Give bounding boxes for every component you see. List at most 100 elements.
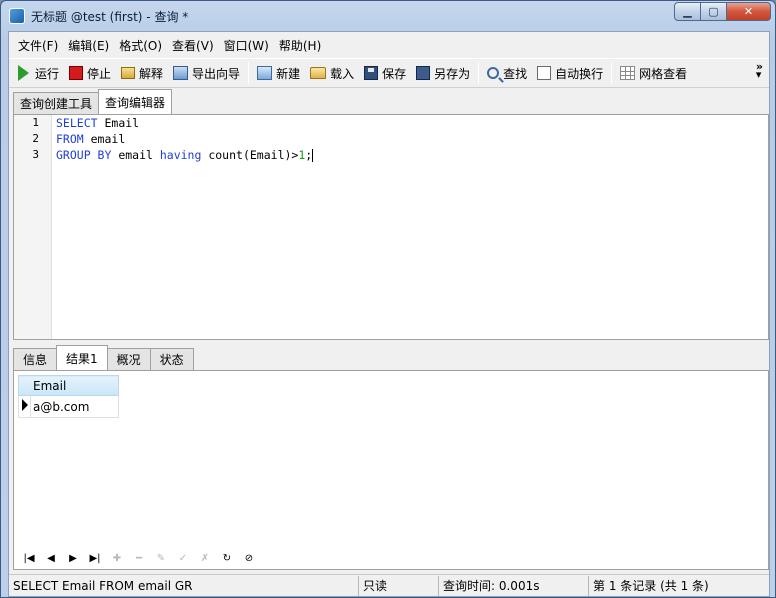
word-wrap-icon <box>537 66 552 80</box>
line-number: 1 <box>32 116 39 129</box>
word-wrap-button[interactable]: 自动换行 <box>532 61 608 85</box>
sql-editor[interactable]: 123 SELECT Email FROM email GROUP BY email… <box>13 114 769 340</box>
toolbar-overflow-icon[interactable]: » ▾ <box>756 61 763 80</box>
line-number-gutter: 1 2 3 <box>14 115 52 339</box>
tab-query-editor[interactable]: 查询编辑器 <box>98 89 173 114</box>
sql-text: email <box>111 148 160 162</box>
app-icon <box>9 8 25 24</box>
save-icon <box>364 66 379 80</box>
search-icon <box>487 67 500 79</box>
tab-profile[interactable]: 概况 <box>106 348 151 370</box>
toolbar-separator <box>478 62 480 84</box>
export-wizard-button[interactable]: 导出向导 <box>168 61 245 85</box>
apply-changes-icon[interactable]: ✓ <box>172 550 194 566</box>
toolbar: 运行 停止 解释 导出向导 新建 载入 保存 另存为 查找 自动换行 网格查看 … <box>9 58 769 88</box>
find-button[interactable]: 查找 <box>482 61 532 85</box>
new-query-icon <box>257 66 273 80</box>
next-record-icon[interactable]: ▶ <box>62 550 84 566</box>
sql-keyword: SELECT <box>56 116 98 130</box>
menu-format[interactable]: 格式(O) <box>114 37 167 54</box>
grid-view-label: 网格查看 <box>639 66 688 81</box>
result-tabs: 信息 结果1 概况 状态 <box>13 345 194 370</box>
sql-keyword: GROUP BY <box>56 148 112 162</box>
save-as-label: 另存为 <box>434 66 471 81</box>
menu-window[interactable]: 窗口(W) <box>219 37 274 54</box>
explain-label: 解释 <box>139 66 164 81</box>
save-label: 保存 <box>382 66 407 81</box>
folder-icon <box>310 67 327 79</box>
export-wizard-label: 导出向导 <box>192 66 241 81</box>
window-title: 无标题 @test (first) - 查询 * <box>31 9 189 24</box>
record-navigator: |◀ ◀ ▶ ▶| ✚ ━ ✎ ✓ ✗ ↻ ⊘ <box>18 549 260 567</box>
sql-text: count(Email)> <box>201 148 299 162</box>
row-indicator-cell <box>18 395 31 418</box>
stop-icon <box>69 66 84 80</box>
prev-record-icon[interactable]: ◀ <box>40 550 62 566</box>
app-window: 无标题 @test (first) - 查询 * ▁ ▢ ✕ 文件(F) 编辑(… <box>0 0 776 598</box>
menu-edit[interactable]: 编辑(E) <box>63 37 114 54</box>
save-as-icon <box>416 66 431 80</box>
sql-keyword: FROM <box>56 132 84 146</box>
sql-text: Email <box>97 116 140 130</box>
toolbar-separator <box>611 62 613 84</box>
status-query-time: 查询时间: 0.001s <box>439 575 589 596</box>
new-button[interactable]: 新建 <box>252 61 305 85</box>
tab-status[interactable]: 状态 <box>149 348 194 370</box>
result-grid: Email a@b.com <box>18 375 119 418</box>
sql-text: ; <box>305 148 313 162</box>
line-number: 3 <box>32 148 39 161</box>
run-button[interactable]: 运行 <box>13 61 64 85</box>
tab-query-builder[interactable]: 查询创建工具 <box>13 92 100 114</box>
stop-fetch-icon[interactable]: ⊘ <box>238 550 260 566</box>
document-tabs: 查询创建工具 查询编辑器 <box>13 89 173 114</box>
column-header-email[interactable]: Email <box>18 375 119 396</box>
status-records: 第 1 条记录 (共 1 条) <box>593 579 709 593</box>
discard-changes-icon[interactable]: ✗ <box>194 550 216 566</box>
grid-view-button[interactable]: 网格查看 <box>615 61 692 85</box>
save-as-button[interactable]: 另存为 <box>411 61 475 85</box>
explain-icon <box>121 67 136 79</box>
table-cell[interactable]: a@b.com <box>30 395 119 418</box>
new-label: 新建 <box>276 66 301 81</box>
tab-info[interactable]: 信息 <box>13 348 58 370</box>
line-number: 2 <box>32 132 39 145</box>
save-button[interactable]: 保存 <box>359 61 411 85</box>
code-line: SELECT Email <box>56 115 313 131</box>
menu-bar: 文件(F) 编辑(E) 格式(O) 查看(V) 窗口(W) 帮助(H) <box>9 32 769 58</box>
sql-text: email <box>83 132 126 146</box>
stop-button[interactable]: 停止 <box>64 61 116 85</box>
row-pointer-icon <box>22 399 28 411</box>
status-mode: 只读 <box>359 575 439 596</box>
grid-icon <box>620 66 636 80</box>
menu-help[interactable]: 帮助(H) <box>274 37 326 54</box>
find-label: 查找 <box>503 66 528 81</box>
window-controls: ▁ ▢ ✕ <box>674 2 771 21</box>
explain-button[interactable]: 解释 <box>116 61 168 85</box>
code-area[interactable]: SELECT Email FROM email GROUP BY email hav… <box>56 115 314 163</box>
result-panel: Email a@b.com |◀ ◀ ▶ ▶| ✚ ━ ✎ ✓ ✗ ↻ ⊘ <box>13 370 769 570</box>
close-button[interactable]: ✕ <box>727 2 771 21</box>
toolbar-separator <box>248 62 250 84</box>
code-line: GROUP BY email having count(Email)>1; <box>56 147 314 163</box>
delete-record-icon[interactable]: ━ <box>128 550 150 566</box>
first-record-icon[interactable]: |◀ <box>18 550 40 566</box>
load-label: 载入 <box>330 66 355 81</box>
refresh-icon[interactable]: ↻ <box>216 550 238 566</box>
menu-view[interactable]: 查看(V) <box>167 37 219 54</box>
tab-result-1[interactable]: 结果1 <box>56 345 108 370</box>
maximize-button[interactable]: ▢ <box>701 2 727 21</box>
add-record-icon[interactable]: ✚ <box>106 550 128 566</box>
status-sql: SELECT Email FROM email GR <box>9 575 359 596</box>
client-area: 文件(F) 编辑(E) 格式(O) 查看(V) 窗口(W) 帮助(H) 运行 停… <box>8 31 770 597</box>
sql-keyword: having <box>159 148 202 162</box>
table-row[interactable]: a@b.com <box>18 395 119 418</box>
minimize-button[interactable]: ▁ <box>674 2 701 21</box>
text-caret <box>312 149 314 162</box>
run-label: 运行 <box>35 66 60 81</box>
load-button[interactable]: 载入 <box>305 61 359 85</box>
edit-record-icon[interactable]: ✎ <box>150 550 172 566</box>
word-wrap-label: 自动换行 <box>555 66 604 81</box>
last-record-icon[interactable]: ▶| <box>84 550 106 566</box>
code-line: FROM email <box>56 131 313 147</box>
menu-file[interactable]: 文件(F) <box>13 37 63 54</box>
